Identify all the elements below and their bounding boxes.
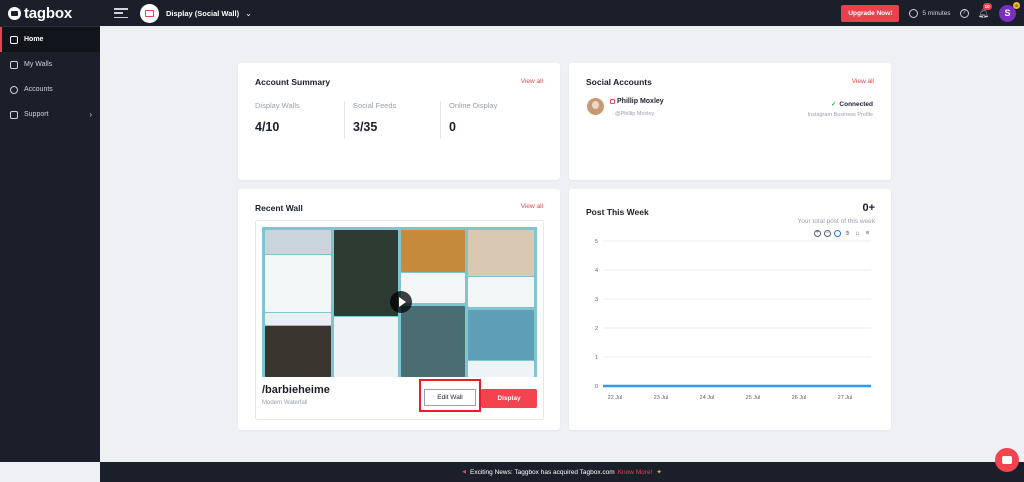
stat-label: Online Display bbox=[449, 101, 498, 110]
avatar-letter: S bbox=[1004, 8, 1011, 18]
account-avatar bbox=[587, 98, 604, 115]
account-name: Phillip Moxley bbox=[617, 98, 664, 105]
magnify-icon[interactable] bbox=[834, 230, 841, 237]
stat-value: 3/35 bbox=[353, 120, 378, 134]
stat-label: Display Walls bbox=[255, 101, 300, 110]
time-remaining: 5 minutes bbox=[922, 9, 951, 17]
wall-thumbnail[interactable] bbox=[262, 227, 537, 377]
zoom-in-icon[interactable]: + bbox=[814, 230, 821, 237]
account-type: Instagram Business Profile bbox=[807, 112, 873, 118]
recent-wall-card: Recent Wall View all /barbieheime Modern… bbox=[238, 189, 560, 430]
post-count-subtitle: Your total post of this week bbox=[797, 218, 875, 225]
sidebar-item-accounts[interactable]: Accounts bbox=[0, 77, 100, 102]
instagram-icon bbox=[610, 99, 615, 104]
display-wall-icon bbox=[140, 3, 159, 23]
wall-selector[interactable]: Display (Social Wall) ⌄ bbox=[140, 3, 252, 23]
recent-wall-title: Recent Wall bbox=[255, 203, 303, 213]
recent-wall-view-all[interactable]: View all bbox=[521, 203, 543, 210]
y-tick-label: 1 bbox=[595, 355, 598, 361]
sidebar-item-label: Accounts bbox=[24, 86, 53, 93]
stat-divider bbox=[344, 101, 345, 139]
help-icon[interactable]: ? bbox=[959, 8, 969, 18]
social-accounts-title: Social Accounts bbox=[586, 77, 652, 87]
edit-wall-button[interactable]: Edit Wall bbox=[424, 389, 476, 406]
wall-name: /barbieheime bbox=[262, 384, 330, 396]
upgrade-button[interactable]: Upgrade Now! bbox=[841, 4, 900, 22]
check-icon: ✓ bbox=[830, 101, 837, 108]
sidebar-item-my-walls[interactable]: My Walls bbox=[0, 52, 100, 77]
zoom-out-icon[interactable]: − bbox=[824, 230, 831, 237]
chevron-right-icon: › bbox=[89, 110, 92, 119]
sidebar-item-label: My Walls bbox=[24, 61, 53, 68]
account-summary-title: Account Summary bbox=[255, 77, 331, 87]
x-tick-label: 22 Jul bbox=[608, 395, 623, 401]
chat-icon bbox=[1002, 456, 1012, 464]
social-account-row[interactable]: Phillip Moxley @Phillip Moxley ✓ Connecte… bbox=[587, 98, 873, 120]
account-status: ✓ Connected bbox=[831, 100, 873, 108]
sidebar-item-support[interactable]: Support › bbox=[0, 102, 100, 127]
stat-value: 0 bbox=[449, 120, 456, 134]
logo-icon bbox=[8, 6, 21, 20]
know-more-link[interactable]: Know More! bbox=[618, 469, 653, 476]
display-button[interactable]: Display bbox=[481, 389, 537, 408]
y-tick-label: 2 bbox=[595, 326, 598, 332]
sparkle-icon: ✦ bbox=[656, 469, 662, 476]
news-text: Exciting News: Taggbox has acquired Tagb… bbox=[470, 468, 615, 476]
account-summary-card: Account Summary View all Display Walls 4… bbox=[238, 63, 560, 180]
stat-display-walls: Display Walls 4/10 bbox=[255, 101, 300, 134]
social-accounts-card: Social Accounts View all Phillip Moxley … bbox=[569, 63, 891, 180]
sidebar-item-label: Home bbox=[24, 36, 44, 43]
announcement-icon: ◀ bbox=[462, 469, 467, 475]
user-avatar[interactable]: S0 bbox=[999, 1, 1020, 22]
play-icon[interactable] bbox=[390, 291, 412, 313]
tagbox-logo[interactable]: tagbox bbox=[0, 0, 100, 26]
post-this-week-title: Post This Week bbox=[586, 207, 649, 217]
wall-theme: Modern Waterfall bbox=[262, 400, 308, 406]
wall-preview-box: /barbieheime Modern Waterfall Edit Wall … bbox=[255, 220, 544, 420]
y-tick-label: 0 bbox=[595, 384, 598, 390]
clock-icon bbox=[909, 8, 919, 18]
walls-icon bbox=[10, 60, 18, 69]
x-tick-label: 26 Jul bbox=[792, 395, 807, 401]
x-tick-label: 25 Jul bbox=[746, 395, 761, 401]
y-tick-label: 3 bbox=[595, 297, 598, 303]
account-handle: @Phillip Moxley bbox=[615, 111, 655, 117]
bell-icon[interactable]: 🔔︎ 10 bbox=[978, 2, 992, 19]
home-icon bbox=[10, 35, 18, 44]
news-footer: ◀ Exciting News: Taggbox has acquired Ta… bbox=[100, 462, 1024, 482]
post-this-week-card: Post This Week 0+ Your total post of thi… bbox=[569, 189, 891, 430]
chevron-down-icon: ⌄ bbox=[245, 8, 252, 18]
y-tick-label: 4 bbox=[595, 268, 598, 274]
reset-home-icon[interactable]: ⌂ bbox=[854, 230, 861, 237]
notification-badge: 10 bbox=[982, 2, 992, 10]
account-status-text: Connected bbox=[839, 101, 873, 108]
stat-social-feeds: Social Feeds 3/35 bbox=[353, 101, 396, 134]
sidebar-item-label: Support bbox=[24, 111, 49, 118]
sidebar-item-home[interactable]: Home bbox=[0, 27, 100, 52]
chat-launcher-button[interactable] bbox=[995, 448, 1019, 472]
stat-label: Social Feeds bbox=[353, 101, 397, 110]
avatar-badge: 0 bbox=[1013, 1, 1020, 9]
posts-line-chart: 0 1 2 3 4 5 22 Jul 23 Jul 24 Jul 25 Jul 26 Jul 27 J… bbox=[595, 239, 871, 401]
stat-divider bbox=[440, 101, 441, 139]
wall-selector-title: Display (Social Wall) bbox=[166, 8, 240, 18]
account-summary-view-all[interactable]: View all bbox=[521, 78, 543, 85]
chart-toolbar: + − ✋︎ ⌂ ≡ bbox=[811, 230, 871, 237]
menu-toggle-icon[interactable] bbox=[114, 8, 128, 18]
logo-text: tagbox bbox=[24, 4, 72, 22]
user-icon bbox=[10, 85, 18, 94]
sidebar: Home My Walls Accounts Support › bbox=[0, 26, 100, 462]
stat-value: 4/10 bbox=[255, 120, 280, 134]
social-accounts-view-all[interactable]: View all bbox=[852, 78, 874, 85]
x-tick-label: 27 Jul bbox=[838, 395, 853, 401]
post-count: 0+ bbox=[862, 202, 875, 214]
top-bar: tagbox Display (Social Wall) ⌄ Upgrade N… bbox=[0, 0, 1024, 26]
x-tick-label: 23 Jul bbox=[654, 395, 669, 401]
y-tick-label: 5 bbox=[595, 239, 598, 245]
x-tick-label: 24 Jul bbox=[700, 395, 715, 401]
stat-online-display: Online Display 0 bbox=[449, 101, 497, 134]
chart-menu-icon[interactable]: ≡ bbox=[864, 230, 871, 237]
pan-hand-icon[interactable]: ✋︎ bbox=[844, 230, 851, 237]
support-icon bbox=[10, 110, 18, 119]
